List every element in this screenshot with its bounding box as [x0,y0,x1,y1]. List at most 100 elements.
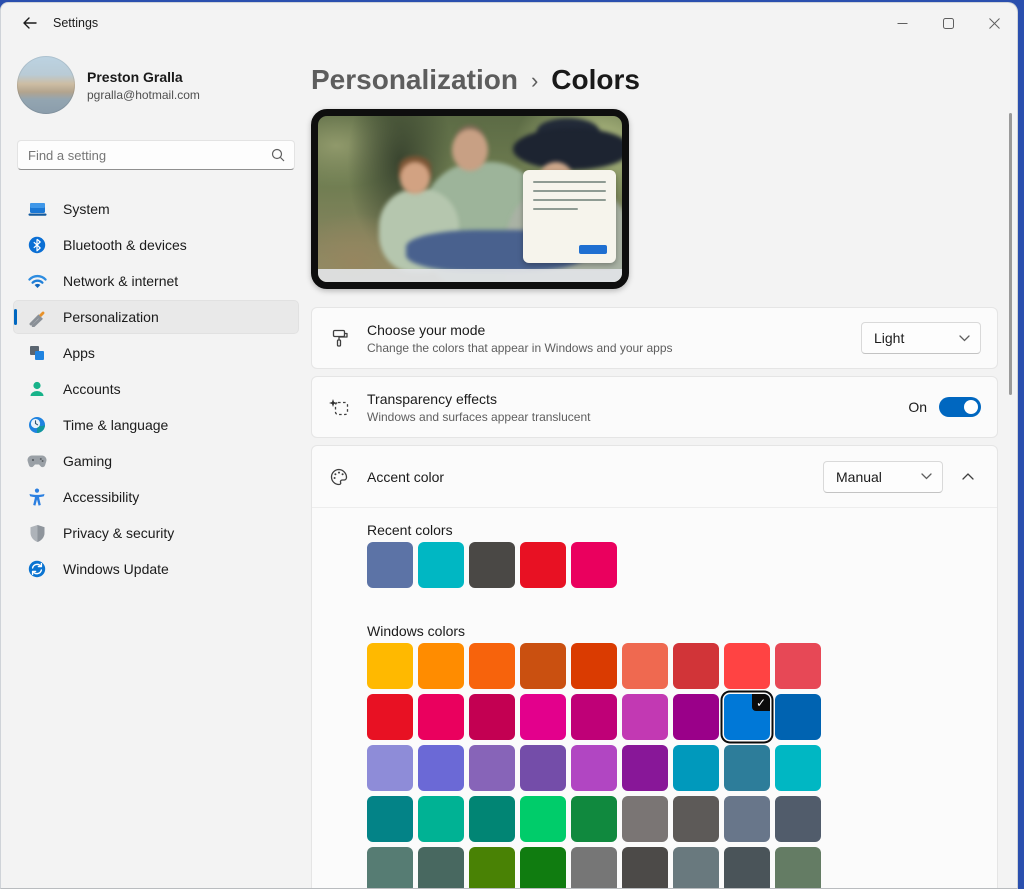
windows-color-swatch[interactable] [367,643,413,689]
windows-color-swatch[interactable] [724,643,770,689]
windows-color-swatch[interactable] [571,847,617,889]
windows-color-swatch[interactable] [571,796,617,842]
windows-color-swatch[interactable] [367,694,413,740]
chevron-down-icon [959,335,970,342]
windows-color-swatch[interactable] [571,643,617,689]
minimize-button[interactable] [879,3,925,43]
sidebar-item-time-language[interactable]: Time & language [13,408,299,442]
windows-color-swatch[interactable] [418,796,464,842]
transparency-state-label: On [908,399,927,415]
sidebar-item-bluetooth-devices[interactable]: Bluetooth & devices [13,228,299,262]
time-language-icon [27,415,47,435]
sidebar-item-gaming[interactable]: Gaming [13,444,299,478]
transparency-toggle[interactable] [939,397,981,417]
windows-color-swatch[interactable] [367,847,413,889]
windows-color-swatch[interactable] [724,796,770,842]
maximize-icon [943,18,954,29]
windows-color-swatch[interactable] [622,796,668,842]
wallpaper-preview-photo [318,116,622,282]
search-box[interactable] [17,140,295,170]
sidebar-item-accounts[interactable]: Accounts [13,372,299,406]
recent-color-swatch[interactable] [520,542,566,588]
windows-color-swatch[interactable] [520,643,566,689]
close-icon [989,18,1000,29]
windows-color-swatch[interactable] [673,643,719,689]
sidebar-item-apps[interactable]: Apps [13,336,299,370]
sidebar: Preston Gralla pgralla@hotmail.com Syste… [1,43,311,888]
breadcrumb: Personalization › Colors [311,60,1017,100]
accent-mode-dropdown[interactable]: Manual [823,461,943,493]
windows-color-swatch[interactable] [520,796,566,842]
breadcrumb-chevron: › [531,66,538,94]
windows-color-swatch[interactable] [622,847,668,889]
close-button[interactable] [971,3,1017,43]
windows-color-swatch[interactable] [520,745,566,791]
selected-checkmark: ✓ [752,694,770,711]
mode-dropdown-value: Light [874,330,951,346]
windows-color-swatch[interactable] [469,643,515,689]
windows-color-swatch[interactable] [418,694,464,740]
windows-colors-label: Windows colors [367,621,997,641]
back-arrow-icon [22,17,37,29]
windows-color-swatch[interactable] [571,745,617,791]
breadcrumb-personalization[interactable]: Personalization [311,64,518,96]
transparency-card: Transparency effects Windows and surface… [311,376,998,438]
windows-color-swatch[interactable] [673,694,719,740]
search-icon [271,148,285,162]
recent-color-swatch[interactable] [367,542,413,588]
windows-color-swatch[interactable] [418,847,464,889]
windows-color-swatch[interactable] [724,847,770,889]
windows-color-swatch-selected[interactable]: ✓ [724,694,770,740]
sidebar-item-label: Gaming [63,453,112,469]
recent-color-swatch[interactable] [418,542,464,588]
windows-color-swatch[interactable] [622,643,668,689]
windows-color-swatch[interactable] [724,745,770,791]
windows-color-swatch[interactable] [775,745,821,791]
toggle-knob [964,400,978,414]
windows-color-swatch[interactable] [775,847,821,889]
windows-color-swatch[interactable] [673,796,719,842]
titlebar: Settings [1,3,1017,43]
maximize-button[interactable] [925,3,971,43]
windows-color-swatch[interactable] [520,694,566,740]
scrollbar[interactable] [1009,113,1012,395]
sidebar-item-privacy-security[interactable]: Privacy & security [13,516,299,550]
windows-color-swatch[interactable] [367,745,413,791]
windows-color-swatch[interactable] [775,694,821,740]
sidebar-item-personalization[interactable]: Personalization [13,300,299,334]
windows-color-swatch[interactable] [520,847,566,889]
back-button[interactable] [15,10,43,36]
user-profile[interactable]: Preston Gralla pgralla@hotmail.com [17,56,311,114]
accent-collapse-button[interactable] [955,464,981,490]
windows-color-swatch[interactable] [775,643,821,689]
paint-mode-icon [328,328,350,348]
sidebar-item-windows-update[interactable]: Windows Update [13,552,299,586]
windows-color-swatch[interactable] [469,796,515,842]
sidebar-item-network-internet[interactable]: Network & internet [13,264,299,298]
windows-color-swatch[interactable] [673,745,719,791]
windows-color-swatch[interactable] [469,694,515,740]
windows-color-swatch[interactable] [622,694,668,740]
windows-color-swatch[interactable] [469,847,515,889]
mode-dropdown[interactable]: Light [861,322,981,354]
windows-color-swatch[interactable] [418,745,464,791]
windows-color-swatch[interactable] [469,745,515,791]
choose-mode-title: Choose your mode [367,322,861,338]
accent-color-card: Accent color Manual Recent colors Window… [311,445,998,889]
sidebar-item-system[interactable]: System [13,192,299,226]
sidebar-item-label: Accounts [63,381,121,397]
privacy-icon [27,523,47,543]
sidebar-item-label: Accessibility [63,489,139,505]
windows-color-swatch[interactable] [622,745,668,791]
recent-color-swatch[interactable] [571,542,617,588]
windows-color-swatch[interactable] [673,847,719,889]
windows-color-swatch[interactable] [418,643,464,689]
minimize-icon [897,18,908,29]
search-input[interactable] [18,148,271,163]
sidebar-item-label: Personalization [63,309,159,325]
windows-color-swatch[interactable] [571,694,617,740]
windows-color-swatch[interactable] [367,796,413,842]
windows-color-swatch[interactable] [775,796,821,842]
recent-color-swatch[interactable] [469,542,515,588]
sidebar-item-accessibility[interactable]: Accessibility [13,480,299,514]
